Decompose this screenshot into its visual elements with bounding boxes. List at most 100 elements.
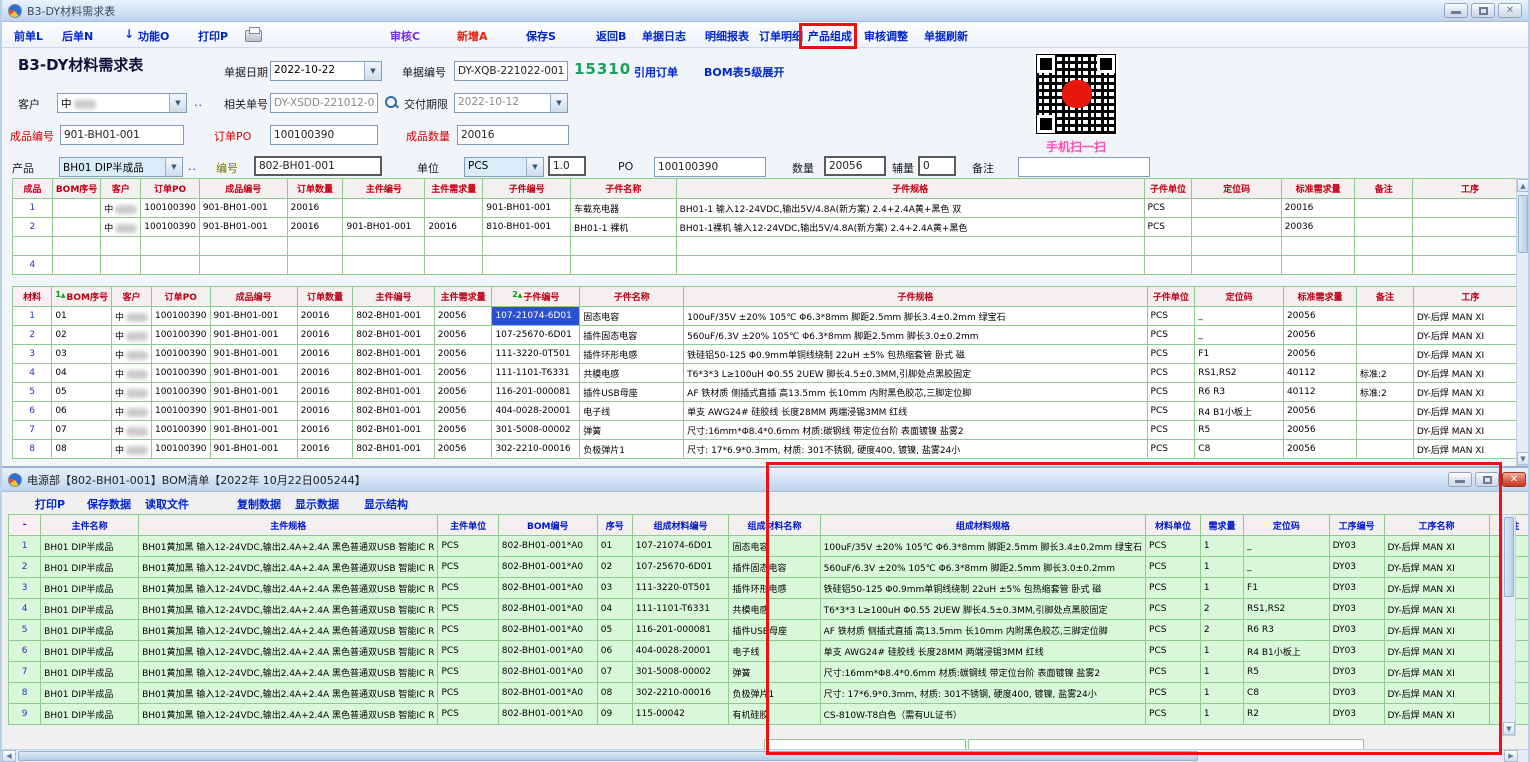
cell[interactable]: 802-BH01-001 [483, 237, 571, 256]
qty-input[interactable] [824, 156, 886, 176]
cell[interactable]: 20036 [425, 237, 483, 256]
cell[interactable]: 06 [597, 641, 632, 662]
toolbar-audit-adjust[interactable]: 审核调整 [864, 28, 908, 44]
cell[interactable]: DY-后焊 MAN XI [1413, 421, 1527, 440]
cell[interactable]: 中 [111, 345, 151, 364]
cell[interactable] [1355, 218, 1413, 237]
cell[interactable]: 116-201-000081 [632, 620, 729, 641]
cell[interactable]: 802-BH01-001 [353, 326, 435, 345]
cell[interactable]: 电子线 [729, 641, 820, 662]
toolbar-audit[interactable]: 审核C [390, 28, 420, 44]
column-header[interactable]: 客户 [101, 179, 141, 199]
table-row[interactable]: 9BH01 DIP半成品BH01黄加黑 输入12-24VDC,输出2.4A+2.… [9, 704, 1530, 725]
cell[interactable]: 802-BH01-001*A0 [498, 599, 597, 620]
column-header[interactable]: 订单数量 [297, 287, 352, 307]
cell[interactable]: 20056 [434, 421, 492, 440]
column-header[interactable]: 工序名称 [1384, 515, 1489, 536]
cell[interactable]: BH01 DIP半成品 [41, 662, 139, 683]
cell[interactable]: DY-后焊 MAN XI [1413, 326, 1527, 345]
cell[interactable] [52, 237, 100, 256]
cell[interactable]: DY-后焊 MAN XI [1384, 704, 1489, 725]
cell[interactable]: 03 [597, 578, 632, 599]
column-header[interactable]: 材料单位 [1146, 515, 1201, 536]
cell[interactable]: DY-后焊 MAN XI [1413, 440, 1527, 459]
customer-combo[interactable]: 中 ▼ [57, 93, 187, 113]
cell[interactable]: 1 [1200, 683, 1243, 704]
cell[interactable] [1355, 199, 1413, 218]
cell[interactable]: BH01黄加黑 输入12-24VDC,输出2.4A+2.4A 黑色普通双USB … [139, 578, 438, 599]
cell[interactable]: 1 [1200, 578, 1243, 599]
cell[interactable]: 02 [597, 557, 632, 578]
column-header[interactable]: 主件单位 [438, 515, 498, 536]
chevron-down-icon[interactable]: ▼ [169, 94, 186, 112]
cell[interactable]: 901-BH01-001 [210, 383, 297, 402]
cell[interactable]: 20016 [297, 326, 352, 345]
cell[interactable] [1413, 199, 1528, 218]
cell[interactable]: 100100390 [152, 364, 211, 383]
cell[interactable]: 7 [9, 662, 41, 683]
due-date-picker[interactable]: 2022-10-12▼ [454, 93, 568, 113]
table-row[interactable]: 303中100100390901-BH01-00120016802-BH01-0… [13, 345, 1528, 364]
cell[interactable]: DY03 [1329, 536, 1384, 557]
cell[interactable] [1192, 218, 1281, 237]
cell[interactable]: 100100390 [152, 345, 211, 364]
cell[interactable]: 810-BH01-001 [343, 237, 425, 256]
cell[interactable] [571, 256, 677, 275]
cell[interactable]: 5 [13, 383, 52, 402]
cell[interactable]: BH01-1 输入12-24VDC,输出5V/4.8A(新方案) 2.4+2.4… [676, 199, 1144, 218]
cell[interactable]: 03 [52, 345, 112, 364]
cell[interactable]: 20016 [297, 345, 352, 364]
cell[interactable]: 20016 [297, 383, 352, 402]
cell[interactable]: PCS [1146, 599, 1201, 620]
cell[interactable]: _ [1244, 557, 1330, 578]
column-header[interactable]: 主件编号 [353, 287, 435, 307]
column-header[interactable]: 成品编号 [199, 179, 287, 199]
table-row[interactable]: 606中100100390901-BH01-00120016802-BH01-0… [13, 402, 1528, 421]
customer-more-button[interactable]: .. [194, 96, 203, 109]
cell[interactable]: 2 [1200, 599, 1243, 620]
ref-order-link[interactable]: 引用订单 [634, 64, 678, 80]
cell[interactable]: 901-BH01-001 [199, 199, 287, 218]
bom-minimize-button[interactable] [1448, 472, 1472, 487]
cell[interactable]: R6 R3 [1244, 620, 1330, 641]
cell[interactable]: BH01黄加黑 输入12-24VDC,输出2.4A+2.4A 黑色普通双USB … [676, 237, 1144, 256]
table-row[interactable]: 4 [13, 256, 1528, 275]
toolbar-doc-log[interactable]: 单据日志 [642, 28, 686, 44]
cell[interactable]: _ [1195, 326, 1284, 345]
cell[interactable] [1192, 237, 1281, 256]
cell[interactable]: 20016 [297, 421, 352, 440]
toolbar-order-detail[interactable]: 订单明细 [759, 28, 803, 44]
cell[interactable]: 中 [111, 402, 151, 421]
cell[interactable]: 40112 [1283, 383, 1356, 402]
cell[interactable]: 20056 [434, 383, 492, 402]
table-row[interactable]: 1BH01 DIP半成品BH01黄加黑 输入12-24VDC,输出2.4A+2.… [9, 536, 1530, 557]
column-header[interactable]: BOM序号 [52, 179, 100, 199]
cell[interactable]: 1 [1200, 662, 1243, 683]
doc-no-input[interactable] [454, 61, 568, 81]
cell[interactable]: 20056 [1283, 345, 1356, 364]
table-row[interactable]: 6BH01 DIP半成品BH01黄加黑 输入12-24VDC,输出2.4A+2.… [9, 641, 1530, 662]
column-header[interactable]: 主件规格 [139, 515, 438, 536]
code-input[interactable] [254, 156, 382, 176]
cell[interactable]: 中 [111, 440, 151, 459]
cell[interactable] [52, 199, 100, 218]
cell[interactable]: 100100390 [152, 383, 211, 402]
cell[interactable]: 802-BH01-001*A0 [498, 620, 597, 641]
cell[interactable]: DY-后焊 MAN XI [1413, 383, 1527, 402]
bom-save-data[interactable]: 保存数据 [87, 496, 131, 512]
cell[interactable]: 107-21074-6D01 [632, 536, 729, 557]
cell[interactable]: 1 [1200, 557, 1243, 578]
column-header[interactable]: 2子件编号 [492, 287, 580, 307]
cell[interactable]: BH01 DIP半成品 [571, 237, 677, 256]
cell[interactable]: 4 [9, 599, 41, 620]
cell[interactable]: 4 [13, 364, 52, 383]
cell[interactable]: 802-BH01-001*A0 [498, 578, 597, 599]
cell[interactable]: DY03 [1329, 578, 1384, 599]
fin-qty-input[interactable] [457, 125, 569, 145]
cell[interactable]: 中 [101, 199, 141, 218]
cell[interactable]: 8 [9, 683, 41, 704]
cell[interactable] [1356, 345, 1413, 364]
cell[interactable]: 20056 [1283, 440, 1356, 459]
cell[interactable]: T6*3*3 L≥100uH Φ0.55 2UEW 脚长4.5±0.3MM,引脚… [820, 599, 1145, 620]
column-header[interactable]: 成品编号 [210, 287, 297, 307]
